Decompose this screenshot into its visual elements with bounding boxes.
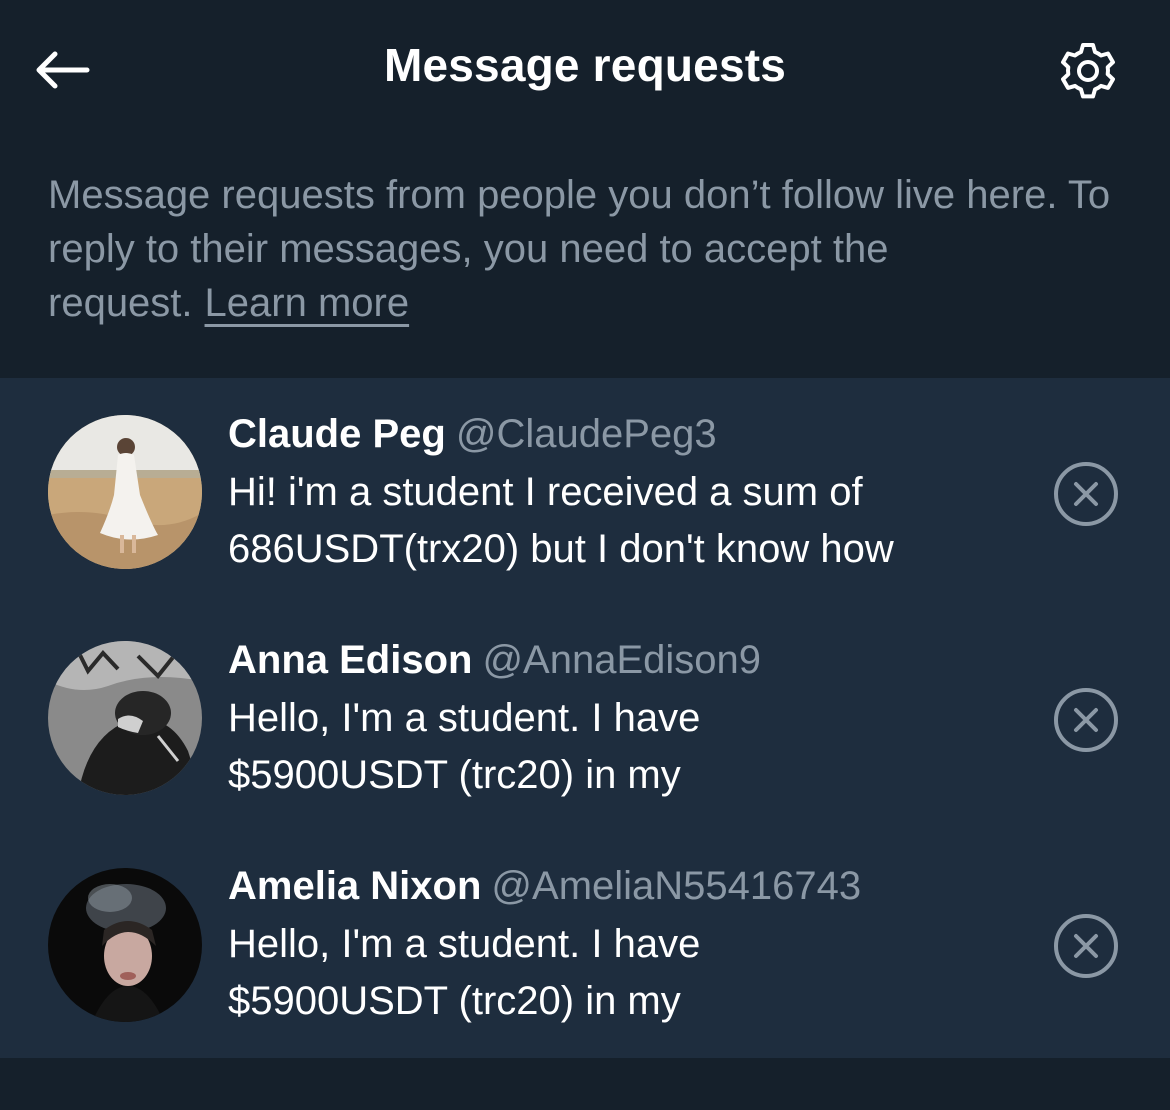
message-line: 686USDT(trx20) but I don't know how	[228, 527, 894, 571]
close-circle-icon	[1054, 914, 1118, 978]
avatar[interactable]	[48, 415, 202, 569]
request-row[interactable]: Amelia Nixon @AmeliaN55416743 Hello, I'm …	[0, 830, 1170, 1056]
sender-handle: @ClaudePeg3	[455, 412, 717, 456]
avatar[interactable]	[48, 868, 202, 1022]
info-text: Message requests from people you don’t f…	[48, 168, 1128, 330]
request-list: Claude Peg @ClaudePeg3 Hi! i'm a student …	[0, 378, 1170, 1058]
sender-name: Amelia Nixon	[228, 864, 482, 908]
message-line: $5900USDT (trc20) in my	[228, 753, 681, 797]
dismiss-button[interactable]	[1052, 460, 1120, 528]
avatar-photo	[48, 641, 202, 795]
dismiss-button[interactable]	[1052, 912, 1120, 980]
page-title: Message requests	[383, 39, 787, 91]
sender-line: Claude Peg @ClaudePeg3	[228, 412, 717, 457]
sender-line: Anna Edison @AnnaEdison9	[228, 638, 761, 683]
message-preview: Hello, I'm a student. I have $5900USDT (…	[228, 916, 1028, 1030]
close-circle-icon	[1054, 462, 1118, 526]
settings-button[interactable]	[1048, 36, 1128, 106]
avatar-photo	[48, 415, 202, 569]
sender-line: Amelia Nixon @AmeliaN55416743	[228, 864, 861, 909]
learn-more-link[interactable]: Learn more	[205, 281, 410, 325]
message-line: Hi! i'm a student I received a sum of	[228, 470, 863, 514]
dismiss-button[interactable]	[1052, 686, 1120, 754]
sender-handle: @AmeliaN55416743	[491, 864, 862, 908]
sender-handle: @AnnaEdison9	[482, 638, 762, 682]
close-circle-icon	[1054, 688, 1118, 752]
message-line: Hello, I'm a student. I have	[228, 696, 701, 740]
avatar-photo	[48, 868, 202, 1022]
request-row[interactable]: Anna Edison @AnnaEdison9 Hello, I'm a stu…	[0, 604, 1170, 830]
gear-icon	[1061, 43, 1115, 99]
message-line: Hello, I'm a student. I have	[228, 922, 701, 966]
sender-name: Anna Edison	[228, 638, 473, 682]
bottom-area	[0, 1058, 1170, 1110]
message-preview: Hi! i'm a student I received a sum of 68…	[228, 464, 1028, 578]
sender-name: Claude Peg	[228, 412, 446, 456]
top-bar: Message requests	[0, 0, 1170, 140]
message-line: $5900USDT (trc20) in my	[228, 979, 681, 1023]
request-row[interactable]: Claude Peg @ClaudePeg3 Hi! i'm a student …	[0, 378, 1170, 604]
message-preview: Hello, I'm a student. I have $5900USDT (…	[228, 690, 1028, 804]
avatar[interactable]	[48, 641, 202, 795]
